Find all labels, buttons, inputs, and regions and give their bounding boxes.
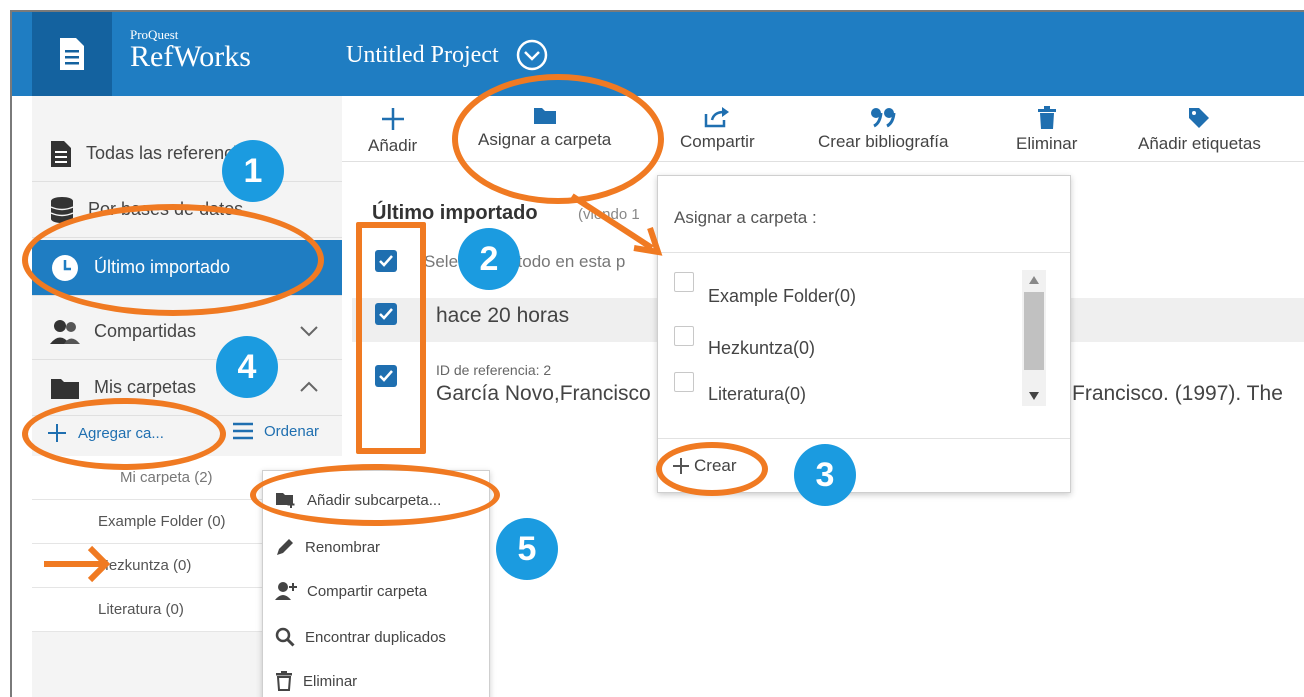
delete-label: Eliminar xyxy=(1016,134,1078,153)
scrollbar-thumb[interactable] xyxy=(1024,292,1044,370)
scroll-up-icon[interactable] xyxy=(1029,276,1039,284)
menu-item-find-duplicates[interactable]: Encontrar duplicados xyxy=(275,627,446,647)
highlight-ring-assign-folder xyxy=(452,74,664,204)
chevron-down-icon[interactable] xyxy=(298,320,320,342)
add-button[interactable]: Añadir xyxy=(368,106,417,156)
scrollbar[interactable] xyxy=(1022,270,1046,406)
menu-item-rename[interactable]: Renombrar xyxy=(275,537,380,557)
add-tags-button[interactable]: Añadir etiquetas xyxy=(1138,106,1261,154)
trash-icon xyxy=(1037,106,1056,129)
assign-folder-option[interactable]: Hezkuntza(0) xyxy=(674,326,815,359)
reference-id: ID de referencia: 2 xyxy=(436,362,552,378)
quote-icon xyxy=(871,108,896,128)
add-button-label: Añadir xyxy=(368,136,418,155)
divider xyxy=(658,252,1070,253)
sidebar-item-label: Compartidas xyxy=(94,321,197,341)
step-badge-3: 3 xyxy=(794,444,856,506)
folder-icon xyxy=(51,378,79,399)
sort-icon xyxy=(233,422,253,440)
chevron-down-icon[interactable] xyxy=(515,38,549,72)
folder-checkbox[interactable] xyxy=(674,372,694,392)
date-group-label: hace 20 horas xyxy=(436,304,570,327)
app-header: ProQuest RefWorks Untitled Project xyxy=(12,12,1304,96)
folder-option-label: Literatura(0) xyxy=(708,384,807,404)
sidebar-item-label: Mis carpetas xyxy=(94,377,197,397)
users-icon xyxy=(50,319,80,344)
menu-item-share-folder[interactable]: Compartir carpeta xyxy=(275,581,427,601)
document-icon xyxy=(51,140,71,167)
highlight-box-checkboxes xyxy=(356,222,426,454)
share-button[interactable]: Compartir xyxy=(680,106,755,152)
highlight-ring-add-subfolder xyxy=(250,464,500,526)
share-icon xyxy=(705,107,730,128)
add-tags-label: Añadir etiquetas xyxy=(1138,134,1261,153)
assign-folder-option[interactable]: Example Folder(0) xyxy=(674,272,856,307)
folder-label: Mi carpeta (2) xyxy=(120,469,213,486)
page-title-sub: (viendo 1 xyxy=(578,206,640,223)
folder-option-label: Hezkuntza(0) xyxy=(708,338,816,358)
pencil-icon xyxy=(277,539,293,555)
step-badge-2: 2 xyxy=(458,228,520,290)
step-badge-4: 4 xyxy=(216,336,278,398)
sort-label: Ordenar xyxy=(264,422,320,440)
search-icon xyxy=(275,627,295,647)
menu-item-label: Compartir carpeta xyxy=(307,582,428,600)
sidebar-item-all-references[interactable]: Todas las referencias xyxy=(32,126,342,182)
scroll-down-icon[interactable] xyxy=(1029,392,1039,400)
assign-folder-option[interactable]: Literatura(0) xyxy=(674,372,806,405)
reference-author[interactable]: García Novo,Francisco xyxy=(436,382,651,406)
select-all-label: Seleccionar todo en esta p xyxy=(424,252,626,271)
assign-popup-title: Asignar a carpeta : xyxy=(674,208,817,227)
chevron-up-icon[interactable] xyxy=(298,376,320,398)
document-icon xyxy=(60,38,84,70)
menu-item-label: Eliminar xyxy=(303,672,358,690)
tag-icon xyxy=(1189,108,1210,128)
brand: ProQuest RefWorks xyxy=(130,28,251,73)
highlight-ring-create xyxy=(656,442,768,496)
plus-icon xyxy=(381,108,404,130)
delete-button[interactable]: Eliminar xyxy=(1016,106,1077,154)
menu-item-label: Encontrar duplicados xyxy=(305,628,446,646)
step-badge-5: 5 xyxy=(496,518,558,580)
sort-button[interactable]: Ordenar xyxy=(232,422,319,440)
create-bibliography-button[interactable]: Crear bibliografía xyxy=(818,106,948,152)
folder-label: Literatura (0) xyxy=(98,601,184,618)
highlight-ring-add-folder xyxy=(22,398,226,470)
brand-name: RefWorks xyxy=(130,40,251,73)
step-badge-1: 1 xyxy=(222,140,284,202)
folder-checkbox[interactable] xyxy=(674,272,694,292)
arrow-to-popup xyxy=(570,193,663,256)
app-logo[interactable] xyxy=(32,12,112,96)
create-bibliography-label: Crear bibliografía xyxy=(818,132,949,151)
highlight-ring-last-imported xyxy=(22,204,324,316)
folder-option-label: Example Folder(0) xyxy=(708,286,857,306)
folder-checkbox[interactable] xyxy=(674,326,694,346)
project-selector[interactable]: Untitled Project xyxy=(346,38,549,72)
app-window: ProQuest RefWorks Untitled Project Todas… xyxy=(10,10,1304,697)
add-user-icon xyxy=(275,582,297,600)
menu-item-label: Renombrar xyxy=(305,538,381,556)
trash-icon xyxy=(276,671,292,691)
menu-item-delete[interactable]: Eliminar xyxy=(275,671,357,691)
reference-citation[interactable]: Francisco. (1997). The xyxy=(1072,382,1283,406)
divider xyxy=(658,438,1070,439)
project-title: Untitled Project xyxy=(346,41,499,68)
folder-label: Hezkuntza (0) xyxy=(98,557,192,574)
share-label: Compartir xyxy=(680,132,755,151)
folder-label: Example Folder (0) xyxy=(98,513,226,530)
